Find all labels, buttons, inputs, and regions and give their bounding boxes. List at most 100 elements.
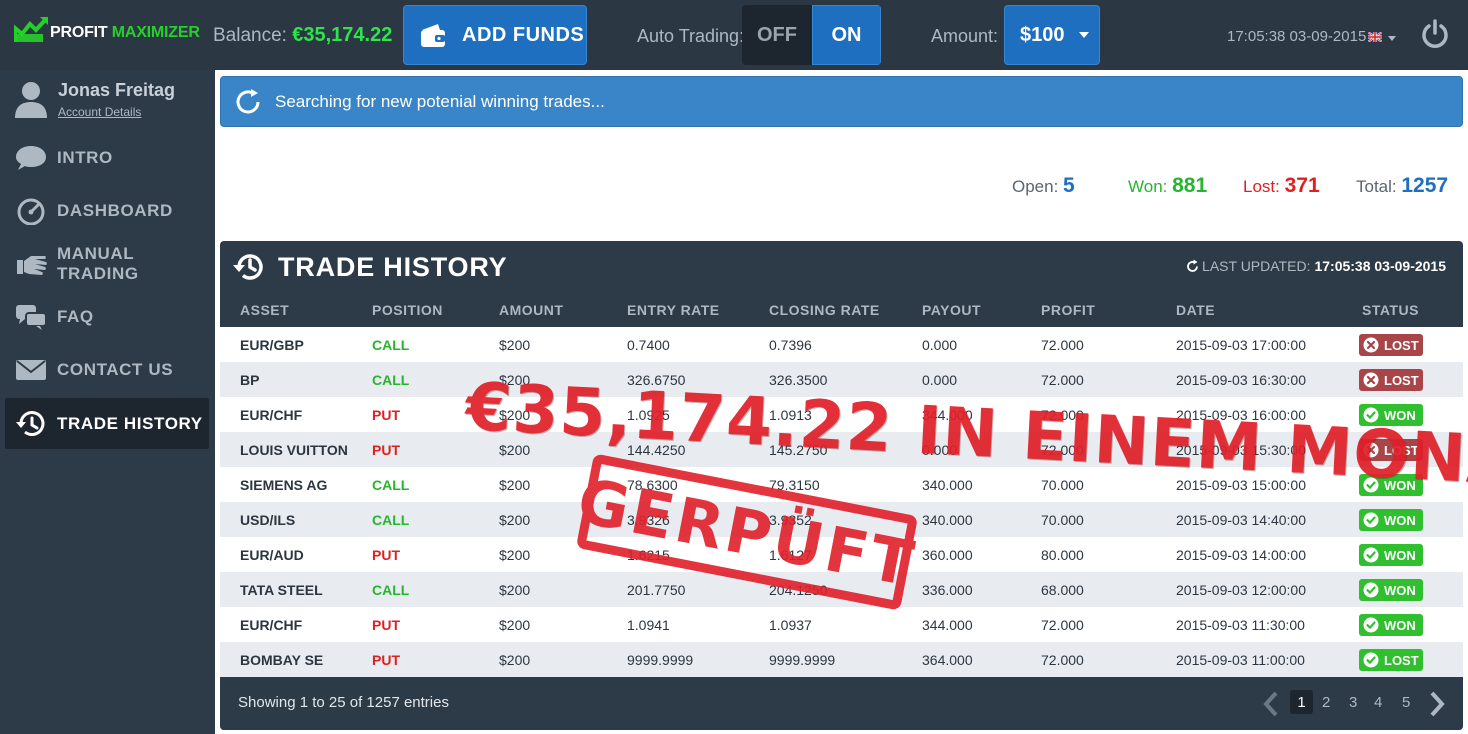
cell-entry-rate: 0.7400 <box>627 337 670 353</box>
cell-payout: 364.000 <box>922 652 973 668</box>
logo[interactable]: PROFIT MAXIMIZER <box>14 16 200 44</box>
page-5-button[interactable]: 5 <box>1402 694 1410 711</box>
cell-closing-rate: 9999.9999 <box>769 652 836 668</box>
add-funds-button[interactable]: ADD FUNDS <box>403 5 587 65</box>
page-4-button[interactable]: 4 <box>1374 694 1382 711</box>
history-icon <box>233 254 263 280</box>
refresh-icon[interactable] <box>1185 259 1200 274</box>
header-datetime: 17:05:38 03-09-2015 <box>1227 28 1367 45</box>
cell-date: 2015-09-03 14:40:00 <box>1176 512 1306 528</box>
cell-profit: 72.000 <box>1041 652 1084 668</box>
x-circle-icon <box>1363 337 1379 353</box>
chat-bubbles-icon <box>15 303 47 331</box>
page-1-button[interactable]: 1 <box>1290 690 1313 714</box>
cell-date: 2015-09-03 11:00:00 <box>1176 652 1305 668</box>
status-badge-label: WON <box>1384 512 1416 528</box>
sidebar-item-trade-history[interactable]: TRADE HISTORY <box>5 398 209 449</box>
cell-payout: 0.000 <box>922 372 958 388</box>
column-header-closing-rate[interactable]: CLOSING RATE <box>769 302 880 318</box>
auto-trading-toggle[interactable]: OFF ON <box>742 5 881 65</box>
cell-asset: EUR/GBP <box>240 337 304 353</box>
amount-select[interactable]: $100 <box>1004 5 1100 65</box>
cell-amount: $200 <box>499 652 531 668</box>
sidebar-item-dashboard[interactable]: DASHBOARD <box>5 185 209 236</box>
balance-value: €35,174.22 <box>292 24 393 46</box>
user-profile[interactable]: Jonas Freitag Account Details <box>14 80 175 119</box>
cell-asset: BP <box>240 372 260 388</box>
language-chevron-icon[interactable] <box>1388 36 1396 41</box>
uk-flag-icon[interactable] <box>1368 32 1382 42</box>
sidebar-item-label: TRADE HISTORY <box>57 413 203 433</box>
cell-position: CALL <box>372 372 410 388</box>
cell-closing-rate: 0.7396 <box>769 337 812 353</box>
status-badge-label: LOST <box>1384 372 1419 388</box>
stat-lost-value: 371 <box>1284 174 1320 197</box>
page-3-button[interactable]: 3 <box>1349 694 1357 711</box>
cell-date: 2015-09-03 17:00:00 <box>1176 337 1306 353</box>
gauge-icon <box>15 197 47 225</box>
cell-asset: BOMBAY SE <box>240 652 324 668</box>
cell-position: PUT <box>372 617 400 633</box>
status-badge: WON <box>1359 579 1423 601</box>
stat-lost: Lost: 371 <box>1243 174 1320 198</box>
cell-asset: SIEMENS AG <box>240 477 328 493</box>
column-header-entry-rate[interactable]: ENTRY RATE <box>627 302 720 318</box>
cell-asset: USD/ILS <box>240 512 296 528</box>
trade-table-header: ASSET POSITION AMOUNT ENTRY RATE CLOSING… <box>220 293 1463 327</box>
stat-open-value: 5 <box>1063 174 1075 197</box>
check-circle-icon <box>1363 617 1379 633</box>
cell-payout: 0.000 <box>922 337 958 353</box>
balance-label: Balance: <box>213 25 287 46</box>
cell-payout: 336.000 <box>922 582 973 598</box>
column-header-amount[interactable]: AMOUNT <box>499 302 563 318</box>
cell-profit: 68.000 <box>1041 582 1084 598</box>
cell-position: CALL <box>372 582 410 598</box>
auto-trading-off-button[interactable]: OFF <box>742 5 812 65</box>
refresh-spinner-icon <box>236 88 260 113</box>
sidebar-item-label: CONTACT US <box>57 359 174 379</box>
history-icon <box>15 410 47 438</box>
sidebar-item-contact-us[interactable]: CONTACT US <box>5 344 209 395</box>
cell-amount: $200 <box>499 547 531 563</box>
column-header-date[interactable]: DATE <box>1176 302 1215 318</box>
column-header-position[interactable]: POSITION <box>372 302 443 318</box>
page-2-button[interactable]: 2 <box>1322 694 1330 711</box>
cell-profit: 72.000 <box>1041 617 1084 633</box>
sidebar-item-faq[interactable]: FAQ <box>5 291 209 342</box>
status-badge: WON <box>1359 544 1423 566</box>
last-updated-label: LAST UPDATED: <box>1202 258 1311 274</box>
cell-profit: 80.000 <box>1041 547 1084 563</box>
table-row[interactable]: EUR/GBP CALL $200 0.7400 0.7396 0.000 72.000 20… <box>220 327 1463 362</box>
cell-payout: 340.000 <box>922 477 973 493</box>
auto-trading-label: Auto Trading: <box>637 26 745 46</box>
column-header-status[interactable]: STATUS <box>1362 302 1419 318</box>
stat-total-value: 1257 <box>1401 174 1449 197</box>
column-header-asset[interactable]: ASSET <box>240 302 289 318</box>
power-icon[interactable] <box>1419 18 1451 50</box>
account-details-link[interactable]: Account Details <box>58 105 141 119</box>
status-badge-label: LOST <box>1384 652 1419 668</box>
column-header-profit[interactable]: PROFIT <box>1041 302 1095 318</box>
cell-closing-rate: 1.0937 <box>769 617 812 633</box>
cell-position: CALL <box>372 337 410 353</box>
sidebar-item-intro[interactable]: INTRO <box>5 132 209 183</box>
cell-payout: 344.000 <box>922 617 973 633</box>
chat-bubble-icon <box>15 144 47 172</box>
prev-page-icon[interactable] <box>1260 690 1282 718</box>
table-row[interactable]: BOMBAY SE PUT $200 9999.9999 9999.9999 364.00… <box>220 642 1463 677</box>
user-name: Jonas Freitag <box>58 80 176 100</box>
cell-profit: 72.000 <box>1041 372 1084 388</box>
status-badge: LOST <box>1359 369 1423 391</box>
auto-trading-on-button[interactable]: ON <box>812 5 881 65</box>
cell-position: PUT <box>372 442 400 458</box>
last-updated-value: 17:05:38 03-09-2015 <box>1314 258 1446 274</box>
cell-date: 2015-09-03 11:30:00 <box>1176 617 1305 633</box>
table-row[interactable]: EUR/CHF PUT $200 1.0941 1.0937 344.000 72.000 2… <box>220 607 1463 642</box>
next-page-icon[interactable] <box>1426 690 1448 718</box>
trade-table-footer: Showing 1 to 25 of 1257 entries 1 2 3 4 … <box>220 677 1463 730</box>
cell-profit: 72.000 <box>1041 337 1084 353</box>
cell-date: 2015-09-03 14:00:00 <box>1176 547 1306 563</box>
cell-position: PUT <box>372 407 400 423</box>
sidebar-item-manual-trading[interactable]: MANUAL TRADING <box>5 238 209 289</box>
column-header-payout[interactable]: PAYOUT <box>922 302 981 318</box>
